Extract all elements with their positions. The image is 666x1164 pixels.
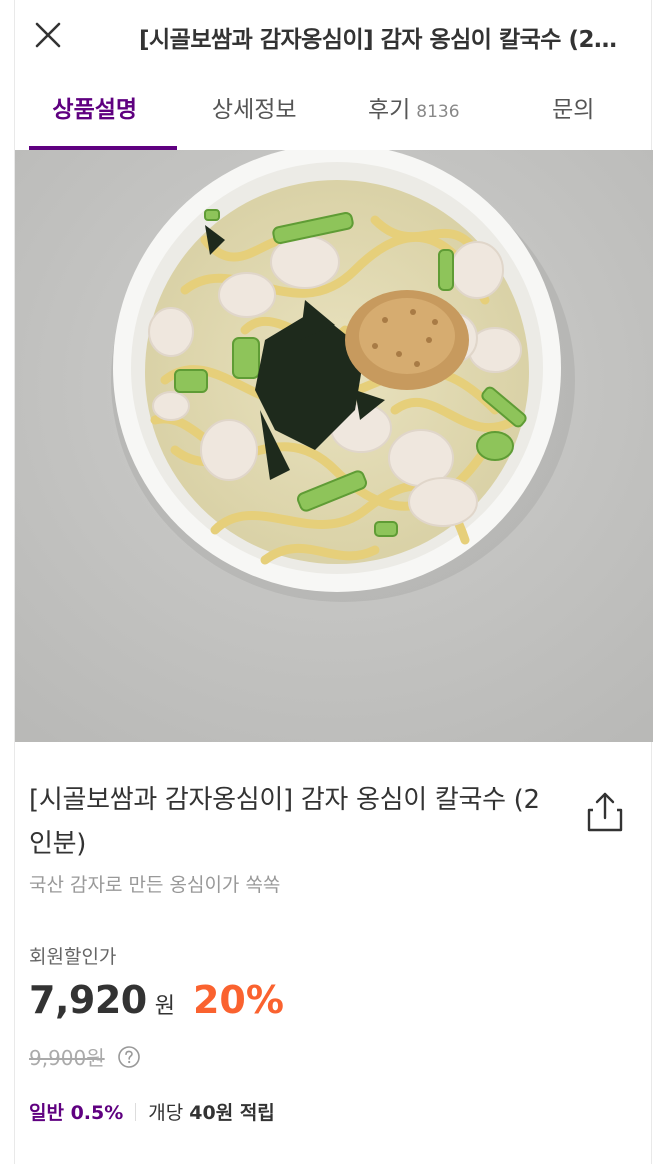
- tab-label: 상세정보: [211, 97, 297, 123]
- original-price: 9,900원: [29, 1046, 105, 1070]
- share-button[interactable]: [585, 790, 625, 834]
- share-icon: [587, 792, 623, 832]
- tab-details[interactable]: 상세정보: [175, 80, 335, 152]
- tab-label: 상품설명: [52, 97, 138, 123]
- product-name: [시골보쌈과 감자옹심이] 감자 옹심이 칼국수 (2인분): [29, 785, 540, 859]
- tab-label: 문의: [552, 97, 595, 123]
- reward-text: 개당 40원 적립: [148, 1098, 275, 1125]
- discount-price: 7,920: [29, 978, 147, 1022]
- reward-row: 일반 0.5% 개당 40원 적립: [29, 1098, 275, 1125]
- tab-label: 후기: [367, 97, 411, 123]
- tab-description[interactable]: 상품설명: [15, 80, 176, 152]
- tab-reviews[interactable]: 후기 8136: [334, 80, 494, 152]
- header: [시골보쌈과 감자옹심이] 감자 옹심이 칼국수 (2인분): [15, 0, 653, 70]
- help-icon[interactable]: [117, 1045, 141, 1069]
- reward-tier: 일반 0.5%: [29, 1102, 124, 1124]
- divider: [135, 1102, 137, 1121]
- original-price-row: 9,900원: [29, 1042, 141, 1071]
- header-title: [시골보쌈과 감자옹심이] 감자 옹심이 칼국수 (2인분): [139, 27, 635, 53]
- tab-inquiry[interactable]: 문의: [494, 80, 654, 152]
- currency-unit: 원: [154, 994, 175, 1019]
- close-icon: [35, 22, 61, 48]
- product-subtitle: 국산 감자로 만든 옹심이가 쏙쏙: [29, 874, 281, 896]
- close-button[interactable]: [31, 18, 65, 52]
- reward-prefix: 개당: [148, 1102, 190, 1124]
- product-page: [시골보쌈과 감자옹심이] 감자 옹심이 칼국수 (2인분) 상품설명 상세정보…: [14, 0, 653, 1164]
- tab-bar: 상품설명 상세정보 후기 8136 문의: [15, 80, 653, 152]
- price-row: 7,920 원 20%: [29, 978, 284, 1022]
- price-label: 회원할인가: [29, 946, 117, 968]
- product-image: [15, 150, 653, 742]
- discount-rate: 20%: [192, 978, 284, 1022]
- reward-amount: 40원 적립: [189, 1102, 275, 1124]
- review-count: 8136: [416, 102, 460, 122]
